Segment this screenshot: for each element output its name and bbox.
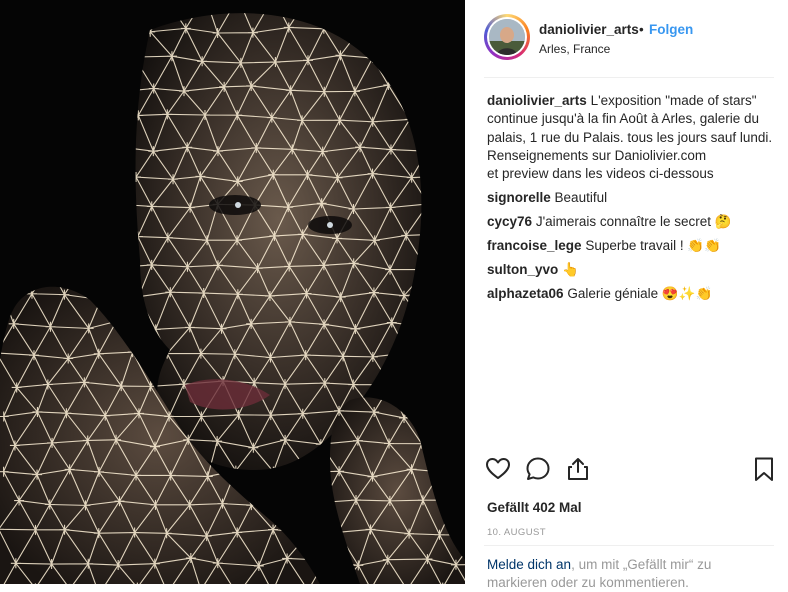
share-button[interactable] bbox=[565, 456, 593, 484]
post-photo-art bbox=[0, 0, 465, 584]
save-button[interactable] bbox=[751, 456, 779, 484]
divider bbox=[484, 77, 774, 78]
post-side-panel: daniolivier_arts • Folgen Arles, France … bbox=[465, 0, 788, 590]
caption-line-2: Renseignements sur Daniolivier.com bbox=[487, 147, 707, 163]
likes-count[interactable]: Gefällt 402 Mal bbox=[487, 500, 582, 515]
comment-text: Galerie géniale 😍✨👏 bbox=[567, 286, 713, 302]
follow-button[interactable]: Folgen bbox=[649, 22, 693, 37]
comment-username[interactable]: sulton_yvo bbox=[487, 262, 558, 277]
comment-item: alphazeta06 Galerie géniale 😍✨👏 bbox=[487, 285, 777, 303]
divider bbox=[484, 545, 774, 546]
caption-line-3: et preview dans les videos ci-dessous bbox=[487, 166, 714, 182]
post-date: 10. AUGUST bbox=[487, 527, 546, 538]
share-icon bbox=[568, 458, 588, 480]
comment-item: sulton_yvo 👆 bbox=[487, 261, 777, 279]
post-location[interactable]: Arles, France bbox=[539, 42, 610, 56]
avatar[interactable] bbox=[484, 14, 530, 60]
comment-text: J'aimerais connaître le secret 🤔 bbox=[535, 214, 732, 230]
post-caption: daniolivier_arts L'exposition "made of s… bbox=[487, 92, 777, 183]
avatar-image bbox=[489, 19, 525, 55]
login-prompt: Melde dich an, um mit „Gefällt mir“ zu m… bbox=[487, 556, 772, 592]
comment-username[interactable]: signorelle bbox=[487, 190, 551, 205]
comment-button[interactable] bbox=[525, 456, 553, 484]
heart-icon bbox=[486, 458, 510, 479]
caption-username[interactable]: daniolivier_arts bbox=[487, 93, 587, 108]
comment-username[interactable]: francoise_lege bbox=[487, 238, 582, 253]
like-button[interactable] bbox=[485, 456, 513, 484]
comment-text: Beautiful bbox=[554, 190, 608, 206]
comment-item: cycy76 J'aimerais connaître le secret 🤔 bbox=[487, 213, 777, 231]
bookmark-icon bbox=[755, 457, 773, 481]
post-actions bbox=[485, 456, 785, 486]
comment-username[interactable]: cycy76 bbox=[487, 214, 532, 229]
post-photo[interactable] bbox=[0, 0, 465, 584]
comment-icon bbox=[526, 457, 550, 480]
comment-item: signorelle Beautiful bbox=[487, 189, 777, 207]
comment-text: Superbe travail ! 👏👏 bbox=[585, 238, 721, 254]
comment-text: 👆 bbox=[562, 262, 579, 278]
comment-item: francoise_lege Superbe travail ! 👏👏 bbox=[487, 237, 777, 255]
post-username[interactable]: daniolivier_arts bbox=[539, 22, 639, 37]
comments-list: daniolivier_arts L'exposition "made of s… bbox=[487, 92, 777, 303]
comment-username[interactable]: alphazeta06 bbox=[487, 286, 564, 301]
post-header: daniolivier_arts • Folgen Arles, France bbox=[465, 0, 788, 78]
login-link[interactable]: Melde dich an bbox=[487, 557, 571, 572]
separator-dot: • bbox=[639, 22, 644, 37]
